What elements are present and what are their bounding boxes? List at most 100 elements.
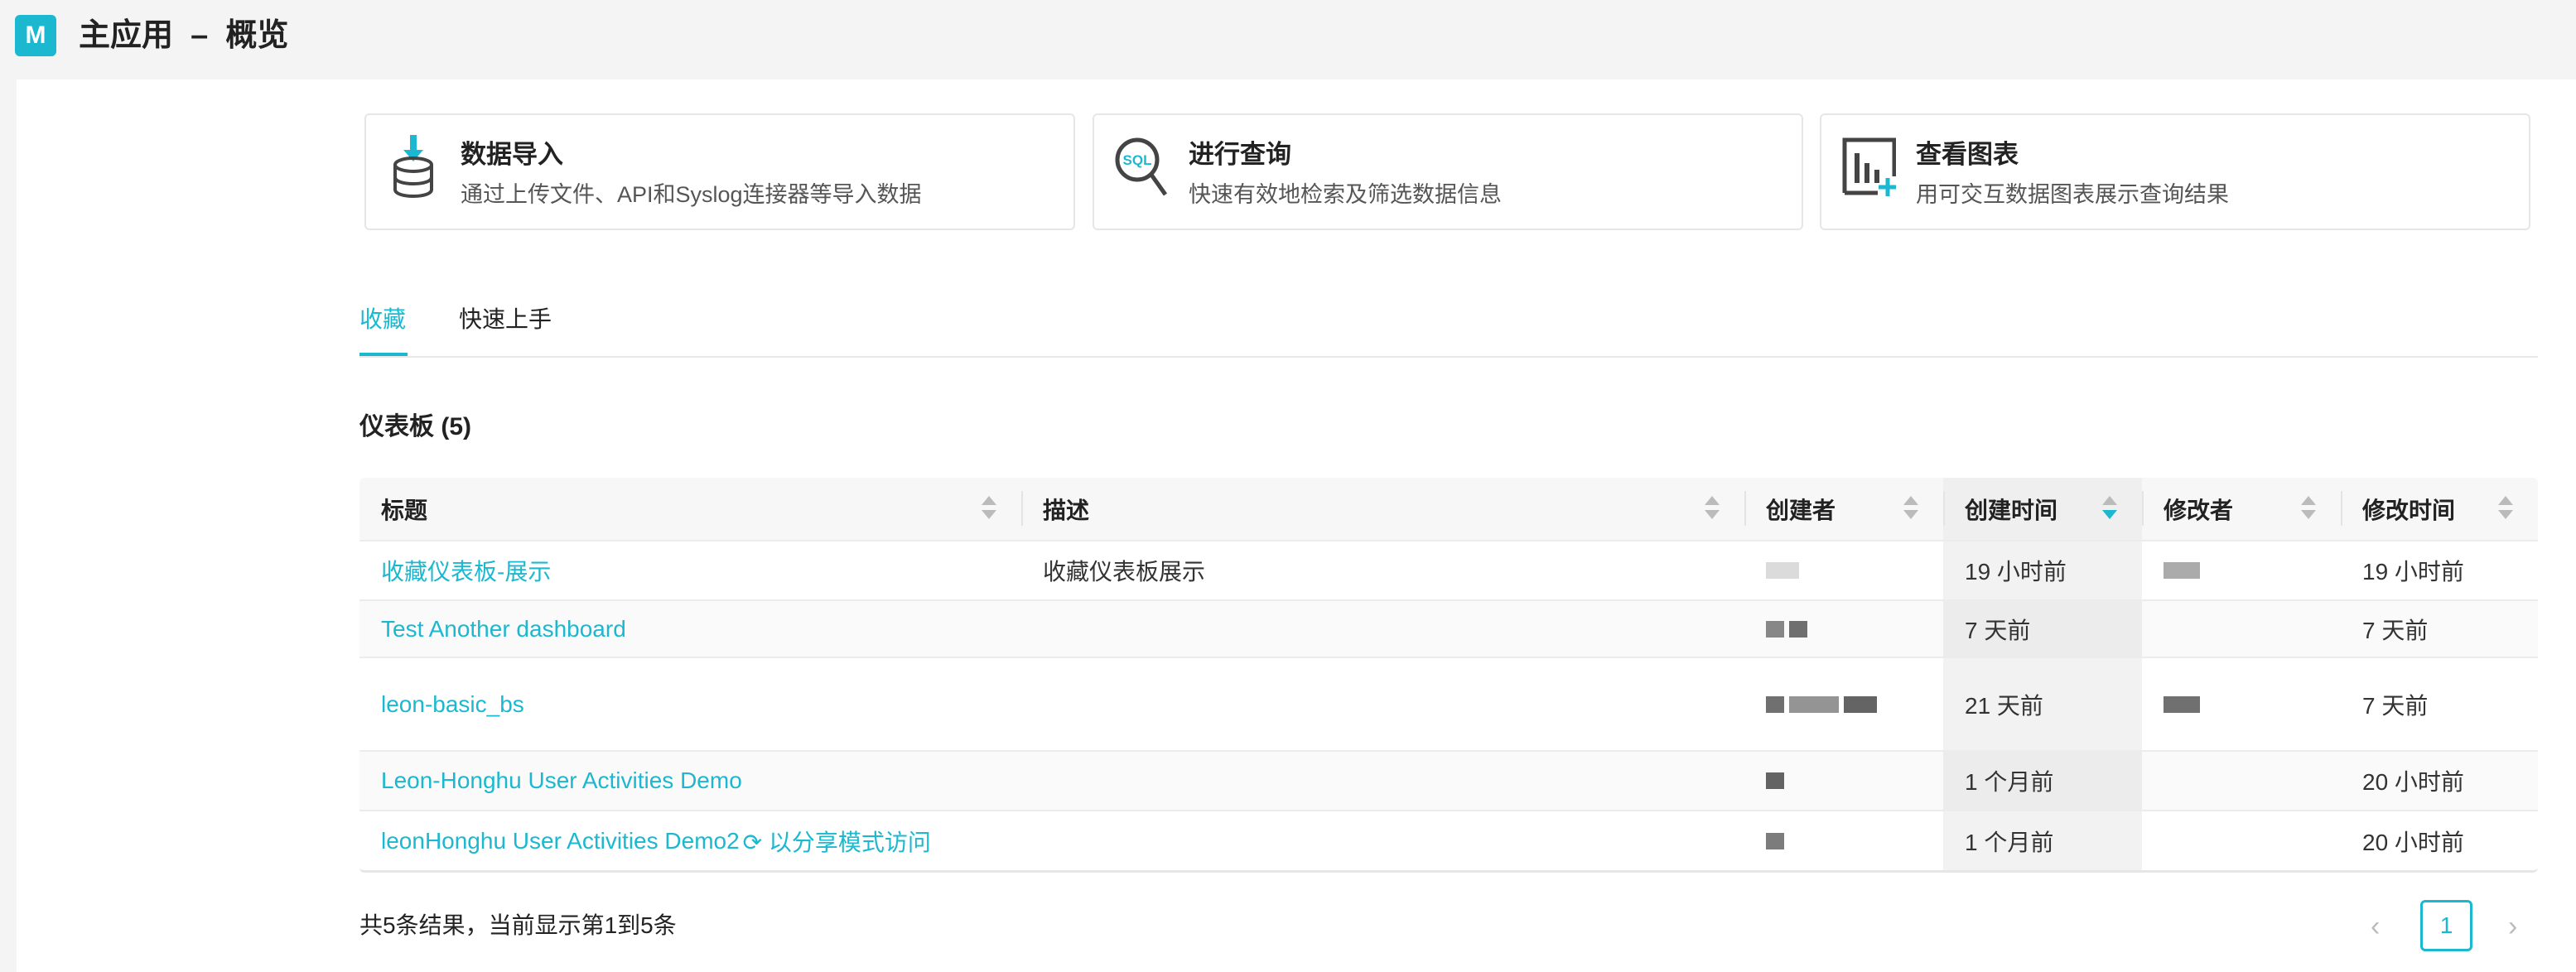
- cell-created-time: 19 小时前: [1943, 541, 2142, 599]
- prev-page-button[interactable]: ‹: [2371, 911, 2380, 943]
- tab-favorites[interactable]: 收藏: [359, 301, 406, 338]
- sort-icon[interactable]: [2301, 496, 2316, 522]
- cell-modifier: [2142, 601, 2341, 657]
- cell-created-time: 21 天前: [1943, 658, 2142, 750]
- cell-modified-time: 19 小时前: [2362, 559, 2464, 585]
- column-label: 标题: [381, 497, 428, 523]
- page-title: 主应用 – 概览: [79, 18, 289, 53]
- cell-modifier: [2142, 541, 2341, 599]
- redacted-block: [1766, 562, 1799, 579]
- redacted-block: [1844, 695, 1877, 713]
- column-header-creator[interactable]: 创建者: [1744, 478, 1943, 540]
- cell-description: [1021, 811, 1744, 870]
- table-row: Test Another dashboard 7 天前 7 天前: [359, 599, 2538, 657]
- share-mode-label: 以分享模式访问: [768, 829, 931, 855]
- cell-created-time: 7 天前: [1943, 601, 2142, 657]
- dashboard-link[interactable]: leon-basic_bs: [381, 691, 524, 718]
- sort-icon[interactable]: [2498, 496, 2513, 522]
- cell-modifier: [2142, 811, 2341, 870]
- cell-creator: [1744, 658, 1943, 750]
- card-query[interactable]: SQL 进行查询 快速有效地检索及筛选数据信息: [1093, 113, 1803, 230]
- column-label: 创建时间: [1965, 497, 2058, 523]
- result-summary: 共5条结果，当前显示第1到5条: [359, 912, 677, 938]
- cell-creator: [1744, 811, 1943, 870]
- redacted-block: [1766, 772, 1784, 789]
- redacted-block: [2164, 562, 2200, 579]
- cell-creator: [1744, 601, 1943, 657]
- redacted-block: [1789, 695, 1839, 713]
- redacted-block: [1766, 695, 1784, 713]
- column-label: 描述: [1043, 497, 1090, 523]
- card-desc: 通过上传文件、API和Syslog连接器等导入数据: [461, 182, 922, 207]
- table-header: 标题 描述 创建者 创建时间 修改者 修改时间: [359, 478, 2538, 540]
- sort-icon[interactable]: [982, 496, 996, 522]
- dashboard-link[interactable]: Test Another dashboard: [381, 616, 626, 642]
- redacted-block: [1789, 620, 1807, 638]
- card-title: 查看图表: [1916, 140, 2019, 169]
- redacted-block: [1766, 832, 1784, 849]
- column-separator: [2341, 491, 2342, 526]
- cell-modified-time: 20 小时前: [2362, 829, 2464, 855]
- cell-description: [1021, 658, 1744, 750]
- cell-creator: [1744, 752, 1943, 810]
- column-label: 修改者: [2164, 497, 2234, 523]
- chart-add-icon: [1842, 137, 1896, 196]
- cell-modified-time: 7 天前: [2362, 617, 2429, 643]
- cell-title: Test Another dashboard: [359, 601, 1021, 657]
- dashboard-link[interactable]: leonHonghu User Activities Demo2: [381, 828, 740, 854]
- column-header-modified-time[interactable]: 修改时间: [2341, 478, 2538, 540]
- table-row: leon-basic_bs 21 天前 7 天前: [359, 657, 2538, 750]
- column-header-description[interactable]: 描述: [1021, 478, 1744, 540]
- cell-description: [1021, 752, 1744, 810]
- tab-active-indicator: [359, 353, 408, 356]
- column-header-created-time[interactable]: 创建时间: [1943, 478, 2142, 540]
- column-separator: [1943, 491, 1945, 526]
- share-icon: ⟳: [742, 829, 763, 855]
- dashboard-link[interactable]: Leon-Honghu User Activities Demo: [381, 767, 742, 794]
- sort-icon[interactable]: [1903, 496, 1918, 522]
- dashboard-table: 标题 描述 创建者 创建时间 修改者 修改时间 收藏仪表板-展示 收藏仪表板展示 19 小时前…: [359, 478, 2538, 873]
- tab-quick-start[interactable]: 快速上手: [459, 301, 552, 338]
- column-header-title[interactable]: 标题: [359, 478, 1021, 540]
- sort-icon[interactable]: [2102, 496, 2117, 522]
- column-header-modifier[interactable]: 修改者: [2142, 478, 2341, 540]
- cell-modified-time: 20 小时前: [2362, 769, 2464, 795]
- tab-divider: [359, 356, 2538, 358]
- cell-modifier: [2142, 658, 2341, 750]
- cell-modifier: [2142, 752, 2341, 810]
- column-label: 修改时间: [2362, 497, 2456, 523]
- column-separator: [2142, 491, 2144, 526]
- next-page-button[interactable]: ›: [2508, 911, 2517, 943]
- database-import-icon: [393, 135, 433, 198]
- share-mode-link[interactable]: ⟳ 以分享模式访问: [743, 825, 931, 858]
- card-desc: 用可交互数据图表展示查询结果: [1916, 182, 2229, 207]
- table-row: Leon-Honghu User Activities Demo 1 个月前 20 …: [359, 750, 2538, 810]
- table-row: 收藏仪表板-展示 收藏仪表板展示 19 小时前 19 小时前: [359, 540, 2538, 599]
- cell-description: [1021, 601, 1744, 657]
- app-logo: M: [15, 15, 56, 56]
- cell-title: 收藏仪表板-展示: [359, 541, 1021, 599]
- column-separator: [1021, 491, 1023, 526]
- cell-title: Leon-Honghu User Activities Demo: [359, 752, 1021, 810]
- cell-modified-time: 7 天前: [2362, 692, 2429, 719]
- card-desc: 快速有效地检索及筛选数据信息: [1189, 182, 1502, 207]
- section-title: 仪表板 (5): [359, 413, 471, 440]
- card-charts[interactable]: 查看图表 用可交互数据图表展示查询结果: [1820, 113, 2530, 230]
- redacted-block: [2164, 695, 2200, 713]
- cell-title: leonHonghu User Activities Demo2 ⟳ 以分享模式访…: [359, 811, 1021, 870]
- redacted-block: [1766, 620, 1784, 638]
- cell-created-time: 1 个月前: [1943, 752, 2142, 810]
- card-title: 进行查询: [1189, 140, 1291, 169]
- sql-search-icon: SQL: [1115, 137, 1168, 196]
- card-title: 数据导入: [461, 140, 563, 169]
- table-row: leonHonghu User Activities Demo2 ⟳ 以分享模式访…: [359, 810, 2538, 870]
- cell-description: 收藏仪表板展示: [1043, 559, 1206, 585]
- sort-icon[interactable]: [1705, 496, 1720, 522]
- dashboard-link[interactable]: 收藏仪表板-展示: [381, 554, 551, 587]
- cell-creator: [1744, 541, 1943, 599]
- column-separator: [1744, 491, 1746, 526]
- page-1-button[interactable]: 1: [2420, 900, 2472, 951]
- cell-created-time: 1 个月前: [1943, 811, 2142, 870]
- card-data-import[interactable]: 数据导入 通过上传文件、API和Syslog连接器等导入数据: [364, 113, 1075, 230]
- column-label: 创建者: [1766, 497, 1836, 523]
